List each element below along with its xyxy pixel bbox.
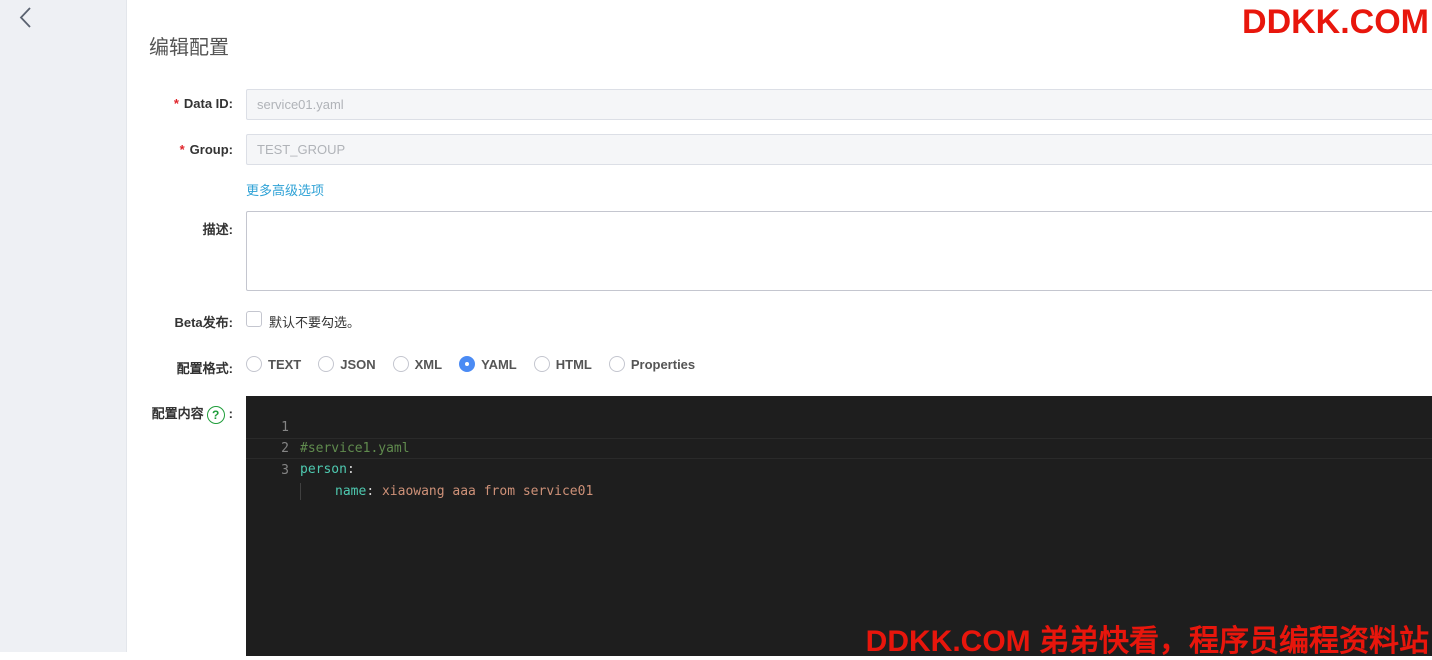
code-line: 2 person: bbox=[246, 417, 1432, 477]
radio-button[interactable] bbox=[246, 356, 262, 372]
data-id-input[interactable]: service01.yaml bbox=[246, 89, 1432, 120]
code-key: name bbox=[335, 484, 367, 499]
radio-json[interactable]: JSON bbox=[318, 356, 376, 372]
main-content: 编辑配置 * Data ID: service01.yaml * Group: TE… bbox=[127, 0, 1432, 656]
radio-yaml[interactable]: YAML bbox=[459, 356, 517, 372]
radio-label: XML bbox=[414, 356, 443, 372]
beta-checkbox-label: 默认不要勾选。 bbox=[269, 315, 361, 330]
radio-label: Properties bbox=[630, 356, 696, 372]
radio-label: JSON bbox=[340, 356, 376, 372]
code-value: xiaowang aaa from service01 bbox=[374, 484, 594, 499]
radio-properties[interactable]: Properties bbox=[608, 356, 696, 372]
radio-label: TEXT bbox=[268, 356, 302, 372]
group-input[interactable]: TEST_GROUP bbox=[246, 134, 1432, 165]
data-id-label: * Data ID: bbox=[173, 96, 233, 111]
radio-button[interactable] bbox=[533, 356, 550, 372]
watermark-bottom: DDKK.COM 弟弟快看，程序员编程资料站 bbox=[865, 625, 1429, 658]
radio-label: HTML bbox=[555, 356, 592, 372]
radio-button[interactable] bbox=[608, 356, 625, 372]
advanced-options-link[interactable]: 更多高级选项 bbox=[246, 180, 324, 199]
radio-html[interactable]: HTML bbox=[533, 356, 592, 372]
line-number: 3 bbox=[281, 463, 289, 478]
radio-text[interactable]: TEXT bbox=[246, 356, 301, 372]
required-mark: * bbox=[173, 96, 179, 111]
code-line: 1 #service1.yaml bbox=[246, 396, 1432, 456]
beta-checkbox[interactable] bbox=[246, 311, 262, 327]
code-key: person bbox=[300, 462, 347, 477]
format-radio-group: TEXT JSON XML YAML HTML Properties bbox=[246, 356, 712, 372]
chevron-left-icon[interactable] bbox=[14, 6, 38, 30]
content-label: 配置内容?: bbox=[151, 405, 233, 424]
indent-guide bbox=[300, 483, 335, 500]
beta-label: Beta发布: bbox=[174, 315, 233, 330]
radio-button[interactable] bbox=[392, 356, 409, 372]
watermark-top: DDKK.COM bbox=[1242, 3, 1429, 41]
radio-button[interactable] bbox=[318, 356, 335, 372]
page-title: 编辑配置 bbox=[149, 37, 229, 59]
format-label: 配置格式: bbox=[176, 361, 233, 376]
question-circle-icon[interactable]: ? bbox=[206, 405, 225, 424]
group-label: * Group: bbox=[179, 142, 233, 157]
radio-button-selected[interactable] bbox=[459, 356, 476, 372]
description-textarea[interactable] bbox=[246, 211, 1432, 291]
description-label: 描述: bbox=[202, 222, 233, 237]
radio-xml[interactable]: XML bbox=[392, 356, 443, 372]
radio-label: YAML bbox=[481, 356, 517, 372]
code-line-current: 3 name: xiaowang aaa from service01 bbox=[246, 438, 1432, 500]
required-mark: * bbox=[179, 142, 185, 157]
sidebar bbox=[0, 0, 127, 652]
